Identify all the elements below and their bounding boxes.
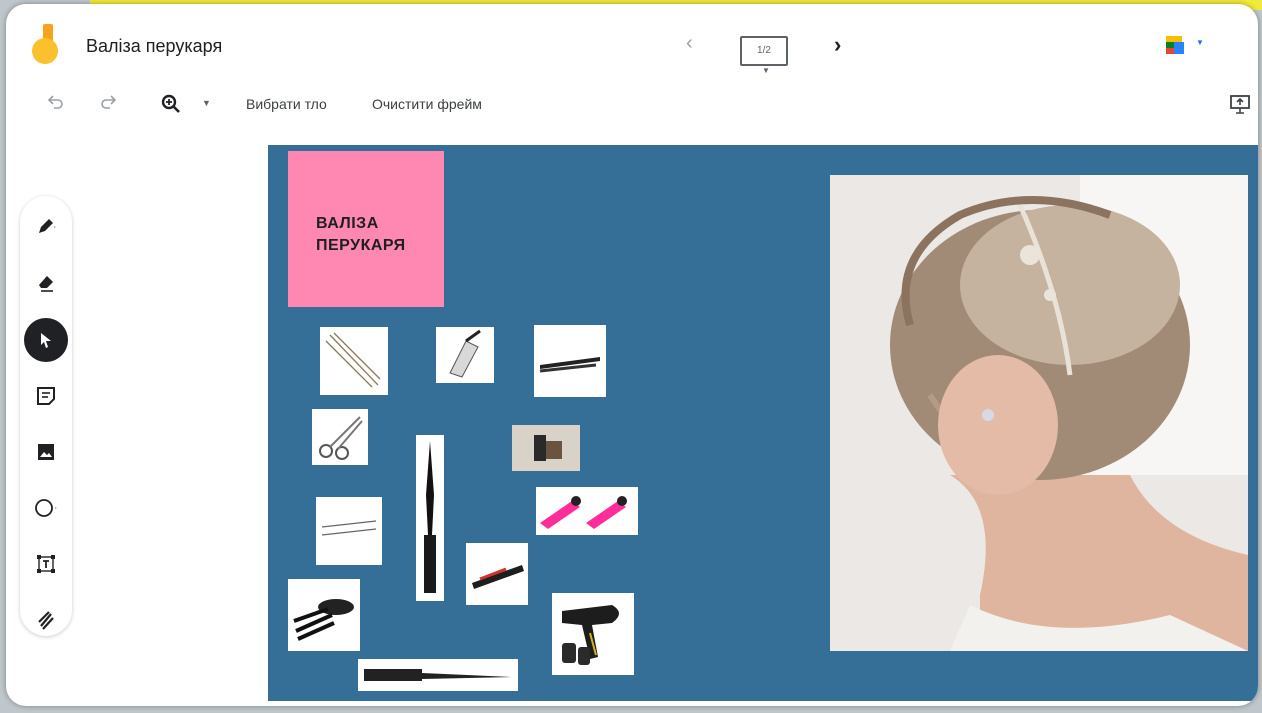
bobby-pins-image[interactable] bbox=[316, 497, 382, 565]
sticky-note[interactable]: ВАЛІЗА ПЕРУКАРЯ bbox=[288, 151, 444, 307]
pen-icon bbox=[39, 219, 56, 233]
round-brush-image[interactable] bbox=[416, 435, 444, 601]
laser-tool-button[interactable] bbox=[24, 598, 68, 642]
zoom-caret-icon[interactable]: ▼ bbox=[202, 98, 211, 108]
whiteboard-canvas[interactable]: ВАЛІЗА ПЕРУКАРЯ bbox=[268, 145, 1258, 701]
flat-iron-image[interactable] bbox=[534, 325, 606, 397]
jamboard-window: Валіза перукаря ‹ 1/2 ▼ › ▼ ▼ Вибрати тл… bbox=[6, 4, 1258, 706]
app-header: Валіза перукаря ‹ 1/2 ▼ › ▼ bbox=[6, 4, 1258, 84]
redo-icon[interactable] bbox=[98, 92, 118, 117]
mini-straightener-image[interactable] bbox=[466, 543, 528, 605]
jamboard-logo-icon[interactable] bbox=[32, 24, 62, 64]
clear-frame-button[interactable]: Очистити фрейм bbox=[372, 96, 482, 112]
tool-sidebar bbox=[20, 196, 72, 636]
sticky-note-tool-button[interactable] bbox=[24, 374, 68, 418]
hairpins-image[interactable] bbox=[320, 327, 388, 395]
pen-tool-button[interactable] bbox=[24, 204, 68, 248]
next-frame-button[interactable]: › bbox=[834, 32, 841, 58]
text-box-tool-button[interactable] bbox=[24, 542, 68, 586]
text-box-icon bbox=[37, 555, 55, 573]
sticky-note-icon bbox=[37, 387, 55, 405]
image-icon bbox=[38, 444, 54, 460]
shape-tool-button[interactable] bbox=[24, 486, 68, 530]
pink-clips-image[interactable] bbox=[536, 487, 638, 535]
select-tool-button[interactable] bbox=[24, 318, 68, 362]
document-title[interactable]: Валіза перукаря bbox=[86, 36, 222, 57]
undo-icon[interactable] bbox=[46, 92, 66, 117]
eraser-icon bbox=[39, 276, 53, 292]
hair-dryer-image[interactable] bbox=[552, 593, 634, 675]
bridal-updo-photo[interactable] bbox=[830, 175, 1248, 651]
sticky-note-text: ВАЛІЗА ПЕРУКАРЯ bbox=[316, 215, 406, 254]
tail-comb-image[interactable] bbox=[358, 659, 518, 691]
dye-brushes-bowl-image[interactable] bbox=[288, 579, 360, 651]
zoom-in-icon[interactable] bbox=[161, 94, 181, 114]
meet-caret-icon[interactable]: ▼ bbox=[1196, 38, 1204, 47]
scissors-image[interactable] bbox=[312, 409, 368, 465]
previous-frame-button[interactable]: ‹ bbox=[686, 32, 693, 55]
toolbar: ▼ Вибрати тло Очистити фрейм bbox=[6, 84, 1258, 124]
frame-caret-icon: ▼ bbox=[762, 66, 770, 75]
hair-roller-image[interactable] bbox=[512, 425, 580, 471]
frame-counter-button[interactable]: 1/2 bbox=[740, 30, 794, 66]
laser-pointer-icon bbox=[38, 611, 54, 630]
cursor-arrow-icon bbox=[41, 333, 51, 348]
circle-shape-icon bbox=[35, 499, 57, 517]
google-meet-icon[interactable] bbox=[1166, 36, 1190, 54]
choose-background-button[interactable]: Вибрати тло bbox=[246, 96, 327, 112]
image-tool-button[interactable] bbox=[24, 430, 68, 474]
hair-clipper-image[interactable] bbox=[436, 327, 494, 383]
eraser-tool-button[interactable] bbox=[24, 260, 68, 304]
present-screen-icon[interactable] bbox=[1228, 92, 1252, 116]
